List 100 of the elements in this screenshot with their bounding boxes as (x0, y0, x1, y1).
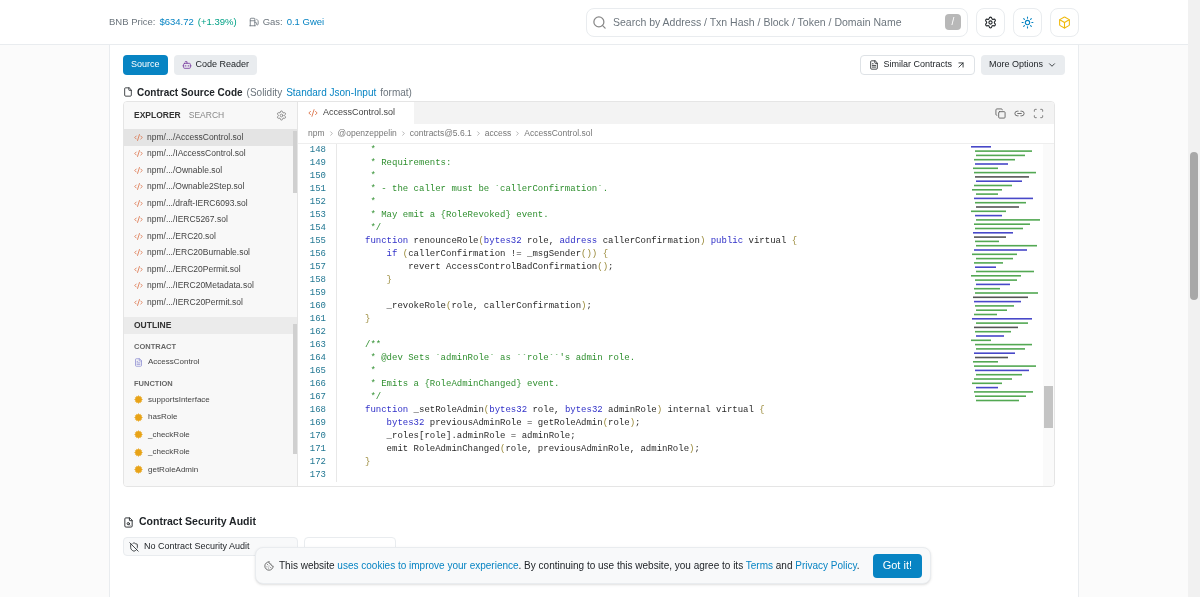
document-search-icon (123, 516, 134, 528)
line-number: 150 (308, 169, 326, 183)
gear-icon (134, 447, 143, 457)
privacy-policy-link[interactable]: Privacy Policy (795, 560, 857, 571)
breadcrumb-item[interactable]: AccessControl.sol (524, 127, 593, 140)
code-line: * May emit a {RoleRevoked} event. (369, 208, 549, 222)
copy-icon[interactable] (995, 107, 1006, 119)
code-file-icon (134, 132, 143, 142)
scrollbar-thumb[interactable] (1044, 386, 1053, 428)
settings-icon (984, 15, 997, 29)
network-button[interactable] (1050, 7, 1079, 37)
fullscreen-icon[interactable] (1033, 107, 1044, 119)
code-file-icon (134, 165, 143, 175)
line-number: 163 (308, 338, 326, 352)
file-item[interactable]: npm/.../IAccessControl.sol (124, 145, 297, 162)
breadcrumb-item[interactable]: npm (308, 127, 325, 140)
accept-cookies-button[interactable]: Got it! (872, 553, 922, 578)
outline-item[interactable]: hasRole (124, 408, 297, 426)
chevron-right-icon (399, 130, 407, 137)
line-number: 154 (308, 221, 326, 235)
code-line: * Emits a {RoleAdminChanged} event. (369, 377, 560, 391)
more-options-button[interactable]: More Options (980, 55, 1065, 75)
line-number: 169 (308, 416, 326, 430)
view-tab[interactable]: Source (123, 55, 168, 75)
gear-icon (134, 412, 143, 422)
code-line: * Requirements: (369, 156, 452, 170)
chevron-right-icon (474, 130, 482, 137)
chevron-right-icon (327, 130, 335, 137)
code-line: * - the caller must be `callerConfirmation`. (369, 182, 609, 196)
settings-button[interactable] (976, 7, 1005, 37)
sun-icon (1021, 15, 1034, 29)
file-item[interactable]: npm/.../ERC20Burnable.sol (124, 244, 297, 261)
breadcrumb-item[interactable]: @openzeppelin (337, 127, 397, 140)
theme-button[interactable] (1013, 7, 1042, 37)
chevron-right-icon (514, 130, 522, 137)
outline-header[interactable]: OUTLINE (124, 316, 297, 334)
sidebar-tab[interactable]: SEARCH (188, 109, 225, 122)
external-link-icon (955, 60, 966, 70)
scrollbar[interactable] (293, 131, 297, 193)
outline-item[interactable]: AccessControl (124, 353, 297, 371)
file-item[interactable]: npm/.../Ownable.sol (124, 162, 297, 179)
code-line: */ (369, 221, 382, 235)
line-number: 159 (308, 286, 326, 300)
code-file-icon (134, 198, 143, 208)
outline-item[interactable]: getRoleAdmin (124, 461, 297, 479)
view-tab[interactable]: Code Reader (173, 55, 258, 75)
code-file-icon (134, 297, 143, 307)
code-line: } (365, 312, 371, 326)
line-number: 148 (308, 144, 326, 157)
code-line: if (callerConfirmation != _msgSender()) { (385, 247, 609, 261)
code-line: * (369, 144, 376, 157)
outline-item[interactable]: _checkRole (124, 443, 297, 461)
line-number: 164 (308, 351, 326, 365)
file-item[interactable]: npm/.../IERC20Permit.sol (124, 294, 297, 311)
cookies-link[interactable]: uses cookies to improve your experience (337, 560, 519, 571)
breadcrumb-item[interactable]: access (484, 127, 512, 140)
gas-value[interactable]: 0.1 Gwei (286, 14, 325, 30)
code-file-icon (134, 264, 143, 274)
sidebar-tab[interactable]: EXPLORER (134, 109, 181, 122)
line-number: 162 (308, 325, 326, 339)
line-number: 152 (308, 195, 326, 209)
file-item[interactable]: npm/.../AccessControl.sol (124, 129, 297, 146)
file-item[interactable]: npm/.../ERC20Permit.sol (124, 261, 297, 278)
line-number: 160 (308, 299, 326, 313)
robot-icon (181, 60, 192, 70)
code-line: function renounceRole(bytes32 role, address callerConfirmation) public virtual { (365, 234, 798, 248)
format-link[interactable]: Standard Json-Input (286, 84, 377, 100)
cube-icon (1058, 15, 1071, 29)
cookie-icon (264, 560, 274, 571)
gear-icon (134, 395, 143, 405)
line-number: 158 (308, 273, 326, 287)
similar-contracts-button[interactable]: Similar Contracts (860, 55, 975, 75)
outline-item[interactable]: _checkRole (124, 426, 297, 444)
gas-label: Gas: (262, 14, 283, 29)
breadcrumb-item[interactable]: contracts@5.6.1 (409, 127, 472, 140)
code-file-icon (134, 231, 143, 241)
outline-item[interactable]: supportsInterface (124, 391, 297, 409)
file-item[interactable]: npm/.../ERC20.sol (124, 228, 297, 245)
file-item[interactable]: npm/.../IERC20Metadata.sol (124, 277, 297, 294)
code-file-icon (134, 281, 143, 291)
cookie-message: This website uses cookies to improve your experience. By continuing to use this website, you agree to its Terms and Privacy Policy. (279, 559, 860, 573)
code-line: bytes32 previousAdminRole = getRoleAdmin(role); (385, 416, 641, 430)
price-value[interactable]: $634.72 (159, 14, 194, 30)
file-item[interactable]: npm/.../Ownable2Step.sol (124, 178, 297, 195)
page-scrollbar-thumb[interactable] (1190, 152, 1198, 300)
code-line: _roles[role].adminRole = adminRole; (385, 429, 576, 443)
file-icon (123, 87, 133, 97)
line-number: 171 (308, 442, 326, 456)
settings-icon[interactable] (276, 110, 287, 121)
scrollbar[interactable] (293, 324, 297, 454)
editor-tab[interactable]: AccessControl.sol (298, 102, 414, 124)
code-line: _revokeRole(role, callerConfirmation); (385, 299, 592, 313)
line-number: 173 (308, 468, 326, 482)
line-number: 167 (308, 390, 326, 404)
file-item[interactable]: npm/.../IERC5267.sol (124, 211, 297, 228)
terms-link[interactable]: Terms (745, 560, 773, 571)
code-file-icon (134, 149, 143, 159)
source-format-text: format) (380, 85, 412, 100)
price-label: BNB Price: (109, 14, 156, 29)
file-item[interactable]: npm/.../draft-IERC6093.sol (124, 195, 297, 212)
